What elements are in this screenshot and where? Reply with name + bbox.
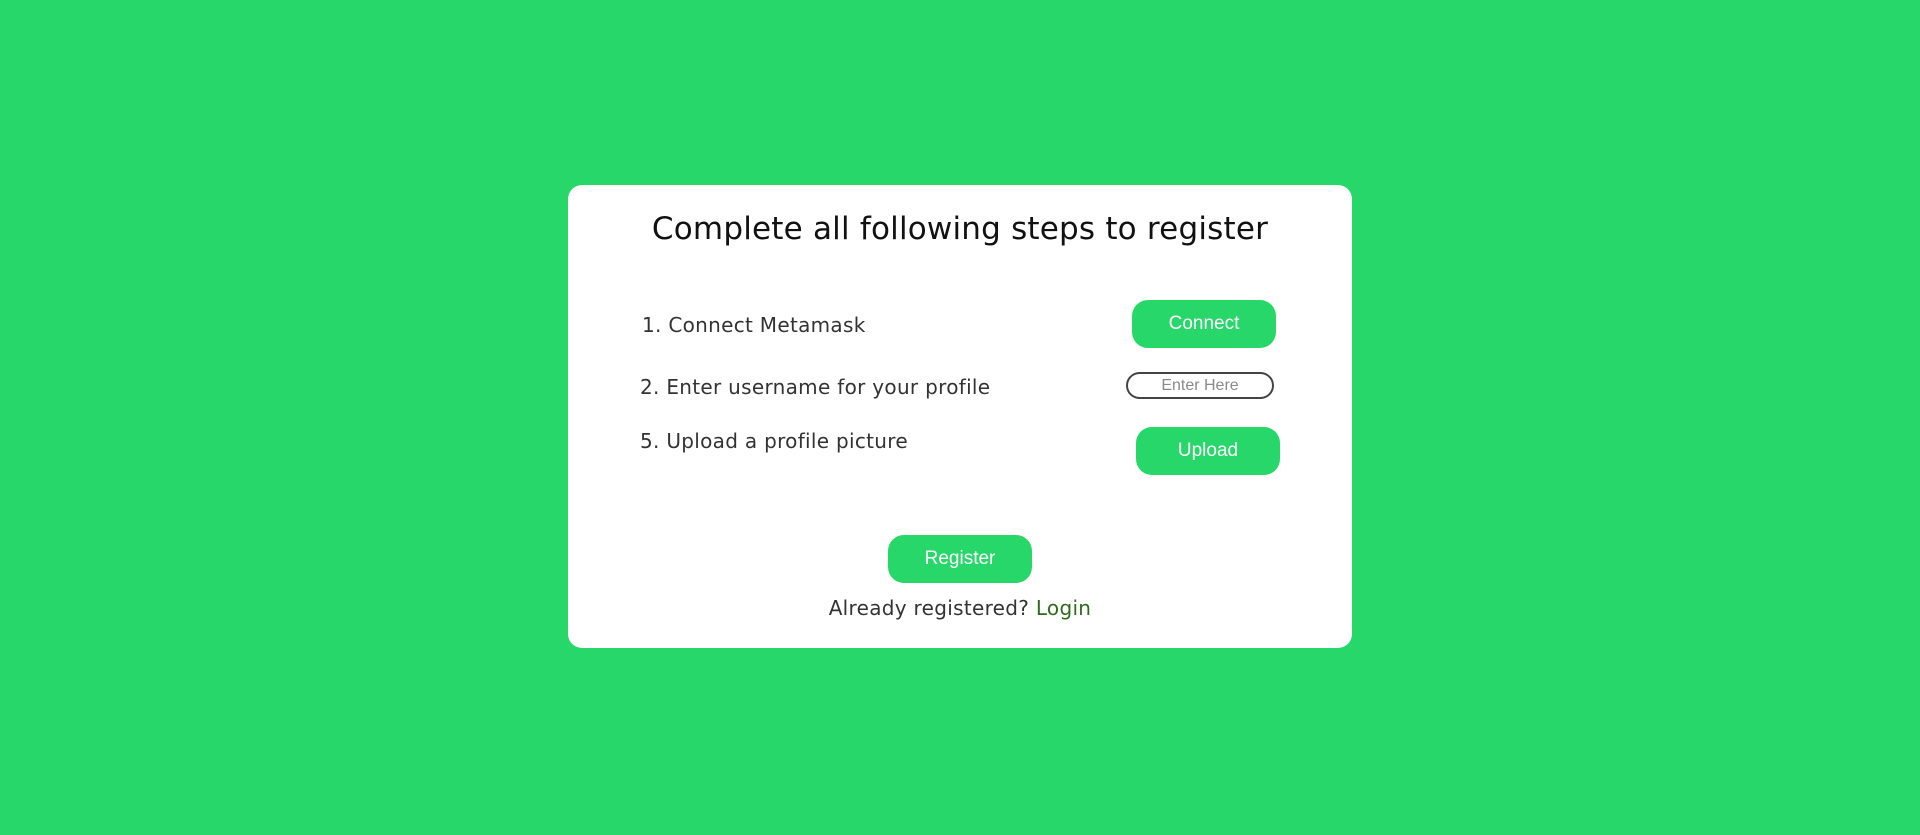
username-input[interactable] xyxy=(1126,372,1274,399)
step-username-label: 2. Enter username for your profile xyxy=(640,375,991,399)
register-button[interactable]: Register xyxy=(888,535,1032,583)
login-prompt: Already registered? Login xyxy=(568,596,1352,620)
connect-button[interactable]: Connect xyxy=(1132,300,1276,348)
upload-button[interactable]: Upload xyxy=(1136,427,1280,475)
login-link[interactable]: Login xyxy=(1036,596,1091,620)
step-connect-metamask-label: 1. Connect Metamask xyxy=(642,313,866,337)
page-title: Complete all following steps to register xyxy=(651,211,1269,247)
step-upload-picture-label: 5. Upload a profile picture xyxy=(640,429,908,453)
registration-card: Complete all following steps to register… xyxy=(568,185,1352,648)
already-registered-text: Already registered? xyxy=(828,596,1036,620)
